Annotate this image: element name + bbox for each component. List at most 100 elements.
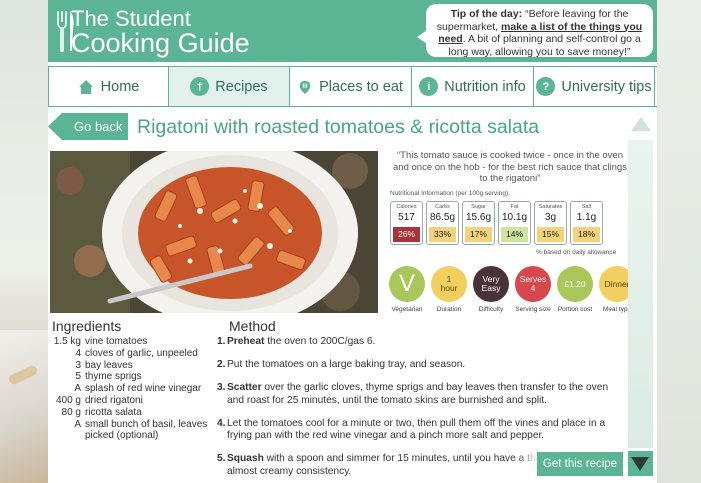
go-back-button[interactable]: Go back [48,113,128,140]
map-pin-icon [299,80,311,94]
background-chopping-board [0,330,48,483]
nutrition-name: Fat [510,204,519,210]
nav-university-tips[interactable]: ? University tips [534,67,655,106]
nav-places-to-eat[interactable]: Places to eat [290,67,412,106]
nav-recipes[interactable]: † Recipes [169,67,290,106]
recipe-photo [50,151,378,313]
scrollbar-track[interactable] [628,140,653,448]
nutrition-name: Saturates [538,204,563,210]
ingredient-row: 400 g dried rigatoni [52,395,212,407]
method-step: 3. Scatter over the garlic cloves, thyme … [217,382,625,407]
scroll-down-arrow[interactable] [628,451,653,476]
nav-recipes-label: Recipes [215,78,268,95]
ingredient-qty: 1.5 kg [53,336,81,347]
ingredient-row: 1.5 kg vine tomatoes [52,336,212,348]
nutrition-value: 86.5g [429,212,456,223]
ingredient-qty: 4 [75,347,81,359]
method-step: 1. Preheat the oven to 200C/gas 6. [217,336,625,349]
badge-portion-cost: £1.20 Portion cost [557,266,593,313]
step-number: 3. [217,382,226,393]
badge-circle: 1 hour [431,266,467,302]
ingredient-row: Asmall bunch of basil, leaves picked (op… [52,419,212,443]
ingredient-row: 80 g ricotta salata [52,407,212,419]
nutrition-percent: 17% [465,227,492,242]
nutrition-salt: Salt 1.1g 18% [570,201,603,245]
nutrition-name: Carbs [435,204,450,210]
step-text: Preheat the oven to 200C/gas 6. [227,336,375,349]
badge-caption: Portion cost [557,306,593,313]
step-verb: Scatter [227,382,262,393]
header: The Student Cooking Guide Tip of the day… [48,0,657,62]
nav-nutrition-label: Nutrition info [444,78,526,95]
step-verb: Preheat [227,336,265,347]
nutrition-percent: 15% [537,227,564,242]
scroll-up-arrow[interactable] [631,117,651,131]
ingredient-qty: 3 [75,359,81,371]
ingredient-row: 3 bay leaves [52,360,212,372]
nav-home[interactable]: Home [48,67,169,106]
ingredient-qty: 400 g [55,394,81,406]
nutrition-table: Calories 517 26% Carbs 86.5g 33% Sugar 1… [390,201,603,245]
ingredient-qty: 5 [75,371,81,383]
tip-text-post: . A bit of planning and self-control go … [448,33,641,58]
nutrition-name: Salt [581,204,592,210]
nutrition-value: 1.1g [576,212,597,223]
get-this-recipe-button[interactable]: Get this recipe [537,452,623,476]
ingredient-name: splash of red wine vinegar [85,383,202,395]
ingredient-name: bay leaves [85,359,133,371]
background-right [657,0,701,483]
badge-circle: Very Easy [473,266,509,302]
nutrition-value: 3g [544,212,557,223]
nutrition-percent: 14% [501,227,528,242]
recipe-quote: “This tomato sauce is cooked twice - onc… [393,150,627,184]
step-text: Scatter over the garlic cloves, thyme sp… [227,382,625,407]
ingredient-qty: 80 g [61,406,81,418]
tip-label: Tip of the day: [450,8,523,20]
nav-tips-label: University tips [561,78,652,95]
method-step: 2. Put the tomatoes on a large baking tra… [217,359,625,372]
badge-line2: 4 [530,283,536,293]
ingredients-list: 1.5 kg vine tomatoes 4 cloves of garlic, u… [52,336,212,442]
nav-places-label: Places to eat [319,78,403,95]
ingredient-name: thyme sprigs [85,371,142,383]
nutrition-value: 10.1g [501,212,528,223]
ingredient-name: dried rigatoni [85,394,143,406]
nutrition-name: Calories [396,204,417,210]
badge-line2: Easy [481,283,501,293]
recipe-badges: V Vegetarian 1 hour Duration Very Easy D… [389,266,635,313]
recipe-title: Rigatoni with roasted tomatoes & ricotta… [137,116,540,138]
step-number: 2. [217,359,226,370]
ingredient-name: vine tomatoes [85,336,148,347]
badge-line1: V [398,270,415,297]
nutrition-value: 15.6g [465,212,492,223]
ingredient-row: 5 thyme sprigs [52,371,212,383]
tip-of-the-day: Tip of the day: “Before leaving for the … [417,4,653,58]
badge-circle: £1.20 [557,266,593,302]
badge-caption: Duration [436,306,462,313]
nutrition-saturates: Saturates 3g 15% [534,201,567,245]
ingredient-qty: A [74,418,81,430]
badge-caption: Serving size [515,306,551,313]
badge-line1: Dinner [604,278,630,289]
ingredient-name: small bunch of basil, leaves picked (opt… [85,418,208,442]
cutlery-icon: † [190,77,210,96]
badge-caption: Vegetarian [391,306,423,313]
nutrition-percent: 18% [573,227,600,242]
ingredient-qty: A [74,383,81,395]
home-icon [78,79,93,94]
nav-nutrition-info[interactable]: i Nutrition info [412,67,534,106]
fade-overlay [517,448,539,483]
badge-vegetarian: V Vegetarian [389,266,425,313]
ingredients-heading: Ingredients [52,318,122,334]
method-heading: Method [229,318,276,334]
nav-home-label: Home [100,78,140,95]
info-icon: i [419,77,439,96]
main-nav: Home † Recipes Places to eat i Nutrition… [48,66,657,107]
ingredient-name: ricotta salata [85,406,142,418]
step-number: 5. [217,453,226,464]
badge-caption: Difficulty [478,306,504,313]
step-verb: Squash [227,453,264,464]
question-icon: ? [536,77,556,96]
logo-text-line2[interactable]: Cooking Guide [71,28,250,58]
badge-difficulty: Very Easy Difficulty [473,266,509,313]
